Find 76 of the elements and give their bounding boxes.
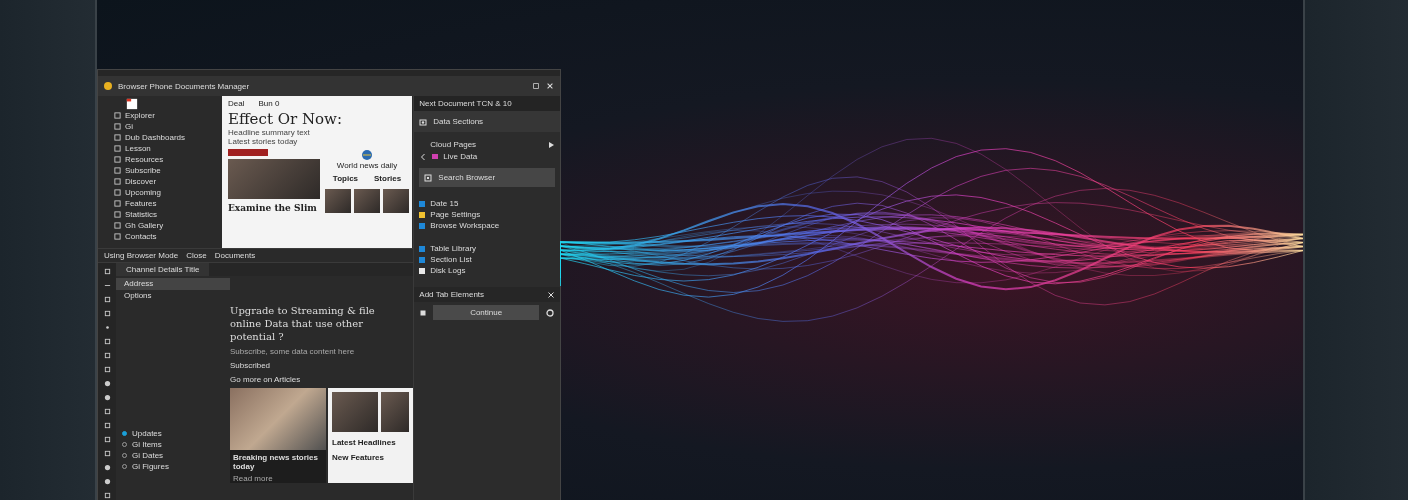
section-label: Go more on Articles [230,375,302,384]
caption: World news daily [336,161,398,170]
play-icon[interactable] [547,140,555,149]
feature-title: Examine the Slim [228,203,318,214]
tree-item[interactable]: Upcoming [114,187,222,198]
list-item[interactable]: Section List [430,255,472,264]
account-row[interactable]: Data Sections [414,111,560,132]
card-text: Read more [232,474,274,483]
nav-item[interactable]: Options [116,290,230,302]
close-icon[interactable] [547,290,555,299]
article-title: Latest Headlines [332,438,397,447]
restore-icon[interactable] [532,82,540,90]
nav-item[interactable]: Address [116,278,230,290]
tree-item[interactable]: Resources [114,154,222,165]
tree-item[interactable]: Gi [114,121,222,132]
photo-placeholder [332,392,378,432]
status-item: Documents [214,251,256,260]
tree-item[interactable]: Discover [114,176,222,187]
footer-label: Add Tab Elements [419,290,485,299]
headline: Effect Or Now: [228,110,343,128]
list-item[interactable]: Live Data [443,152,478,161]
status-item: Using Browser Mode [104,251,179,260]
back-icon[interactable] [419,152,428,161]
body-text: Latest stories today [228,137,299,146]
card-caption: Breaking news stories today [232,452,319,473]
search-row[interactable]: Search Browser [419,168,555,187]
tree-item[interactable]: Contacts [114,231,222,242]
circle-icon[interactable] [103,394,111,401]
article-subtext: Subscribe, some data content here [230,347,356,356]
section-title: Cloud Pages [430,140,477,149]
list-item[interactable]: Page Settings [430,210,481,219]
subheadline: Headline summary text [228,128,311,137]
list-item[interactable]: Table Library [430,244,477,253]
panel-title: Next Document TCN & 10 [414,96,560,111]
tree-item[interactable]: Gh Gallery [114,220,222,231]
legend-label[interactable]: Gi Figures [132,462,169,471]
tree-item[interactable]: Subscribe [114,165,222,176]
tree-item[interactable]: Features [114,198,222,209]
section-label: Subscribed [230,361,272,370]
toolbar-label: Deal [228,99,245,108]
photo-placeholder [383,189,409,213]
logo-block [228,149,268,156]
legend-label[interactable]: Gi Dates [132,451,164,460]
list-item[interactable]: Disk Logs [430,266,466,275]
frame-icon [424,173,433,182]
toolbar-label: Bun 0 [258,99,280,108]
legend-label[interactable]: Gi Items [132,440,162,449]
tab[interactable]: Channel Details Title [116,263,210,276]
line-icon[interactable] [103,282,111,289]
continue-button[interactable]: Continue [433,305,539,320]
photo-placeholder [381,392,410,432]
photo-placeholder [354,189,380,213]
article-heading: Upgrade to Streaming & file online Data that use other potential ? [230,304,376,343]
tree-item[interactable]: Explorer [114,110,222,121]
tree-item[interactable]: Dub Dashboards [114,132,222,143]
status-item: Close [186,251,207,260]
section-heading: Stories [374,174,402,183]
section-heading: Topics [332,174,359,183]
tree-item[interactable]: Statistics [114,209,222,220]
close-icon[interactable] [546,82,554,90]
article-title: New Features [332,453,386,462]
circle-icon[interactable] [103,464,111,471]
app-icon [104,82,112,90]
dot-icon[interactable] [103,324,111,331]
settings-icon[interactable] [545,307,555,318]
globe-icon [361,149,373,161]
window-title: Browser Phone Documents Manager [118,81,251,91]
circle-icon[interactable] [103,380,111,387]
tree-item[interactable]: Lesson [114,143,222,154]
list-item[interactable]: Date 15 [430,199,459,208]
legend-label[interactable]: Updates [132,429,162,438]
document-icon [126,98,138,110]
photo-placeholder [325,189,351,213]
bookmark-icon[interactable] [419,308,428,317]
list-item[interactable]: Browse Workspace [430,221,500,230]
circle-icon[interactable] [103,478,111,485]
